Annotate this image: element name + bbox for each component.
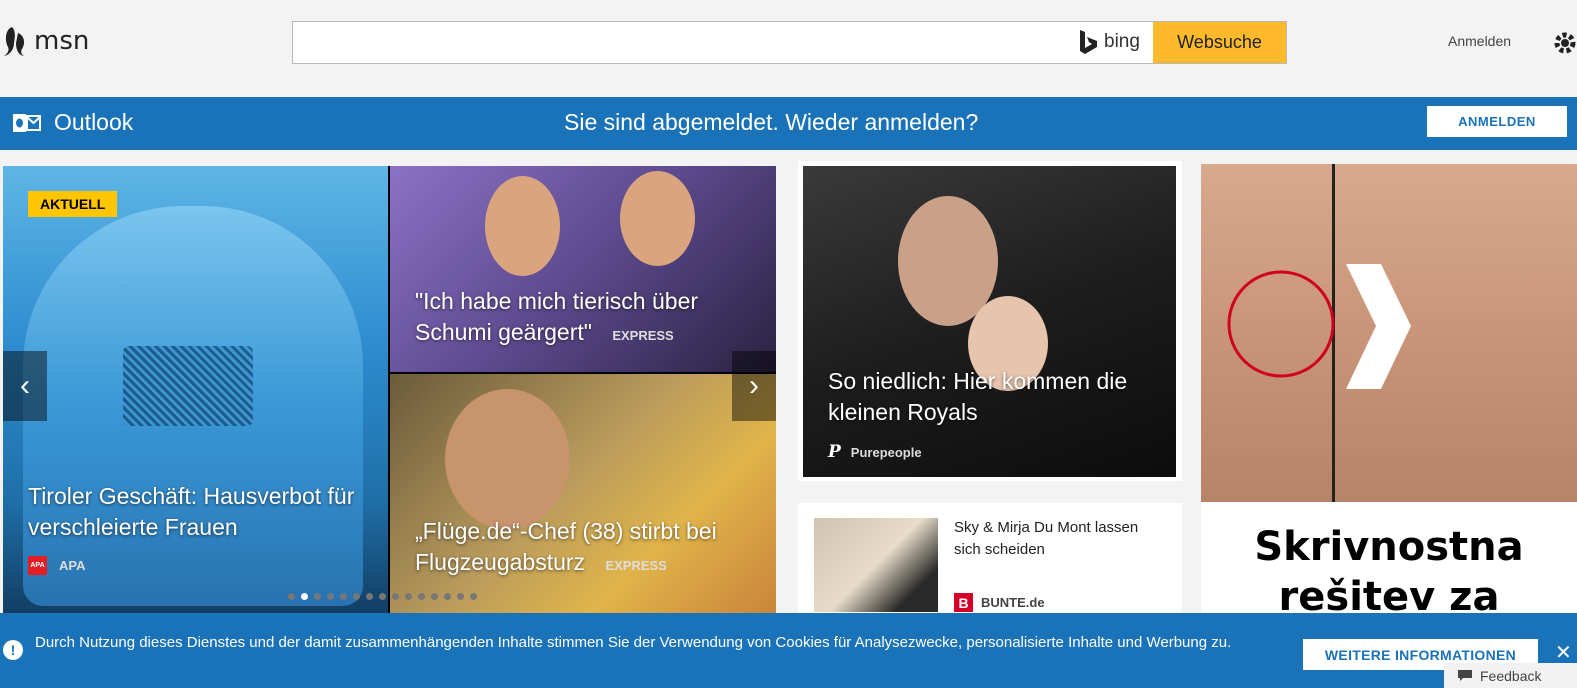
news-card[interactable]: Sky & Mirja Du Mont lassen sich scheiden… xyxy=(798,503,1182,618)
bunte-icon: B xyxy=(954,593,973,612)
bottom-right-tile-image xyxy=(445,389,570,529)
logo-text: msn xyxy=(34,26,90,56)
outlook-icon xyxy=(13,114,41,132)
top-right-tile-image xyxy=(485,176,560,276)
bing-label: bing xyxy=(1104,31,1140,52)
outlook-bar: Outlook Sie sind abgemeldet. Wieder anme… xyxy=(0,97,1577,150)
carousel-dots xyxy=(288,593,477,600)
carousel-dot[interactable] xyxy=(366,593,373,600)
outlook-label[interactable]: Outlook xyxy=(54,109,133,136)
bing-logo: bing xyxy=(1078,29,1140,55)
carousel-dot[interactable] xyxy=(418,593,425,600)
feedback-label: Feedback xyxy=(1480,667,1542,684)
carousel-dot[interactable] xyxy=(353,593,360,600)
news-card-thumbnail xyxy=(814,518,938,612)
news-carousel: AKTUELL Tiroler Geschäft: Hausverbot für… xyxy=(3,166,776,613)
msn-logo[interactable]: msn xyxy=(2,25,89,57)
carousel-dot[interactable] xyxy=(288,593,295,600)
carousel-dot[interactable] xyxy=(314,593,321,600)
royal-card-source: Purepeople xyxy=(850,444,922,460)
carousel-main-tile[interactable]: AKTUELL Tiroler Geschäft: Hausverbot für… xyxy=(3,166,388,613)
carousel-dot[interactable] xyxy=(444,593,451,600)
feedback-icon xyxy=(1458,669,1472,681)
royal-card-title[interactable]: So niedlich: Hier kommen die kleinen Roy… xyxy=(828,368,1127,425)
carousel-dot[interactable] xyxy=(470,593,477,600)
top-right-tile-source: EXPRESS xyxy=(612,328,674,343)
carousel-top-right-tile[interactable]: "Ich habe mich tierisch über Schumi geär… xyxy=(390,166,776,372)
royal-card[interactable]: So niedlich: Hier kommen die kleinen Roy… xyxy=(798,161,1182,481)
signin-link[interactable]: Anmelden xyxy=(1448,33,1511,49)
carousel-dot[interactable] xyxy=(457,593,464,600)
search-button[interactable]: Websuche xyxy=(1153,22,1286,63)
carousel-dot[interactable] xyxy=(392,593,399,600)
bottom-right-tile-title[interactable]: „Flüge.de“-Chef (38) stirbt bei Flugzeug… xyxy=(415,518,717,575)
main-tile-image-detail xyxy=(123,346,253,426)
header: msn bing Websuche Anmelden xyxy=(0,0,1577,97)
news-card-title[interactable]: Sky & Mirja Du Mont lassen sich scheiden xyxy=(954,517,1164,561)
main-tile-title[interactable]: Tiroler Geschäft: Hausverbot für verschl… xyxy=(28,483,354,540)
bing-icon xyxy=(1080,30,1097,54)
search-input[interactable] xyxy=(293,22,1068,63)
butterfly-icon xyxy=(4,27,25,56)
feedback-button[interactable]: Feedback xyxy=(1444,663,1577,688)
main-tile-source: APA xyxy=(59,558,86,573)
close-icon[interactable]: ✕ xyxy=(1555,640,1572,665)
info-icon: ! xyxy=(3,640,23,660)
carousel-dot[interactable] xyxy=(431,593,438,600)
ad-text: Skrivnostna rešitev za xyxy=(1254,524,1524,620)
gear-icon[interactable] xyxy=(1552,30,1577,56)
chevron-right-icon xyxy=(1346,264,1411,389)
apa-icon: APA xyxy=(28,556,47,575)
search-box: bing Websuche xyxy=(292,21,1287,64)
aktuell-badge: AKTUELL xyxy=(28,191,118,217)
carousel-dot[interactable] xyxy=(379,593,386,600)
ad-circle-marker xyxy=(1227,270,1335,378)
carousel-prev-button[interactable]: ‹ xyxy=(3,351,47,421)
purepeople-icon: P xyxy=(828,442,841,462)
top-right-tile-image-2 xyxy=(620,171,695,266)
carousel-dot[interactable] xyxy=(340,593,347,600)
cookie-banner: ! Durch Nutzung dieses Dienstes und der … xyxy=(0,613,1577,688)
signed-out-message[interactable]: Sie sind abgemeldet. Wieder anmelden? xyxy=(564,109,978,136)
ad-image xyxy=(1201,164,1577,502)
advertisement[interactable]: Skrivnostna rešitev za xyxy=(1201,164,1577,624)
carousel-next-button[interactable]: › xyxy=(732,351,776,421)
royal-card-image: So niedlich: Hier kommen die kleinen Roy… xyxy=(803,166,1176,477)
carousel-bottom-right-tile[interactable]: „Flüge.de“-Chef (38) stirbt bei Flugzeug… xyxy=(390,374,776,613)
outlook-signin-button[interactable]: ANMELDEN xyxy=(1427,106,1567,137)
news-card-source: BUNTE.de xyxy=(981,595,1045,610)
carousel-dot[interactable] xyxy=(327,593,334,600)
carousel-dot[interactable] xyxy=(405,593,412,600)
carousel-dot[interactable] xyxy=(301,593,308,600)
bottom-right-tile-source: EXPRESS xyxy=(605,558,667,573)
cookie-text: Durch Nutzung dieses Dienstes und der da… xyxy=(35,634,1232,651)
